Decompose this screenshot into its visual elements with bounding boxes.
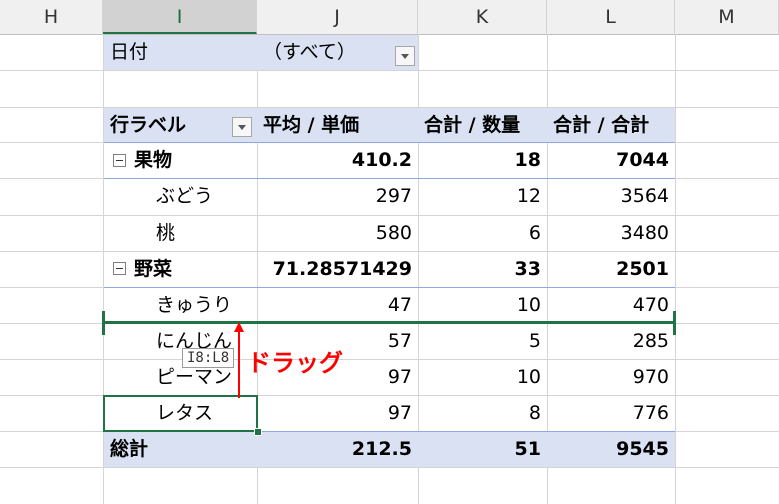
- column-header-i[interactable]: I: [103, 0, 257, 34]
- group-label-fruit: 果物: [134, 149, 173, 171]
- item-avg: 580: [375, 222, 412, 244]
- column-header-bar: H I J K L M: [0, 0, 779, 35]
- fill-handle[interactable]: [254, 428, 262, 436]
- column-header-l[interactable]: L: [547, 0, 675, 34]
- item-total: 3564: [620, 185, 669, 207]
- group-avg-fruit: 410.2: [351, 149, 412, 171]
- group-total-vegetable: 2501: [616, 258, 669, 280]
- grand-total-total: 9545: [616, 438, 669, 460]
- group-total-fruit: 7044: [616, 149, 669, 171]
- column-header-m[interactable]: M: [675, 0, 779, 34]
- group-qty-fruit: 18: [514, 149, 541, 171]
- sum-total-header: 合計 / 合計: [553, 114, 650, 136]
- item-total: 776: [632, 402, 669, 424]
- item-qty: 6: [528, 222, 541, 244]
- item-avg: 97: [387, 402, 412, 424]
- column-header-j[interactable]: J: [257, 0, 418, 34]
- grid-line: [675, 34, 676, 504]
- grid-line: [0, 467, 779, 468]
- grand-total-label: 総計: [110, 438, 149, 460]
- item-total: 3480: [620, 222, 669, 244]
- item-total: 285: [632, 330, 669, 352]
- item-qty: 10: [516, 294, 541, 316]
- selected-cell[interactable]: [103, 395, 258, 432]
- group-label-vegetable: 野菜: [134, 258, 173, 280]
- grid-line: [0, 70, 779, 71]
- filter-value: （すべて）: [263, 41, 356, 63]
- drag-insert-line: [103, 321, 676, 324]
- item-total: 970: [632, 366, 669, 388]
- grand-total-avg: 212.5: [351, 438, 412, 460]
- row-label-filter-button[interactable]: [232, 117, 252, 137]
- filter-dropdown-button[interactable]: [395, 46, 415, 66]
- drag-range-tooltip: I8:L8: [182, 348, 235, 368]
- sum-qty-header: 合計 / 数量: [424, 114, 521, 136]
- item-qty: 12: [516, 185, 541, 207]
- group-avg-vegetable: 71.28571429: [272, 258, 412, 280]
- drag-annotation-label: ドラッグ: [247, 349, 343, 377]
- item-qty: 8: [528, 402, 541, 424]
- item-qty: 5: [528, 330, 541, 352]
- drag-insert-line-end: [673, 311, 676, 335]
- item-avg: 297: [375, 185, 412, 207]
- collapse-button-fruit[interactable]: [113, 154, 126, 167]
- spreadsheet: H I J K L M 日付 （すべて） 行ラベル 平均 / 単価 合計 / 数…: [0, 0, 779, 504]
- item-total: 470: [632, 294, 669, 316]
- item-qty: 10: [516, 366, 541, 388]
- group-qty-vegetable: 33: [514, 258, 541, 280]
- column-header-h[interactable]: H: [0, 0, 103, 34]
- drag-insert-line-start: [102, 311, 105, 335]
- item-label: 桃: [156, 222, 176, 244]
- filter-label: 日付: [110, 41, 149, 63]
- avg-price-header: 平均 / 単価: [263, 114, 360, 136]
- item-avg: 47: [387, 294, 412, 316]
- collapse-button-vegetable[interactable]: [113, 262, 126, 275]
- item-label: ぶどう: [156, 185, 214, 207]
- column-header-k[interactable]: K: [418, 0, 547, 34]
- item-label: きゅうり: [156, 294, 233, 316]
- grand-total-qty: 51: [514, 438, 541, 460]
